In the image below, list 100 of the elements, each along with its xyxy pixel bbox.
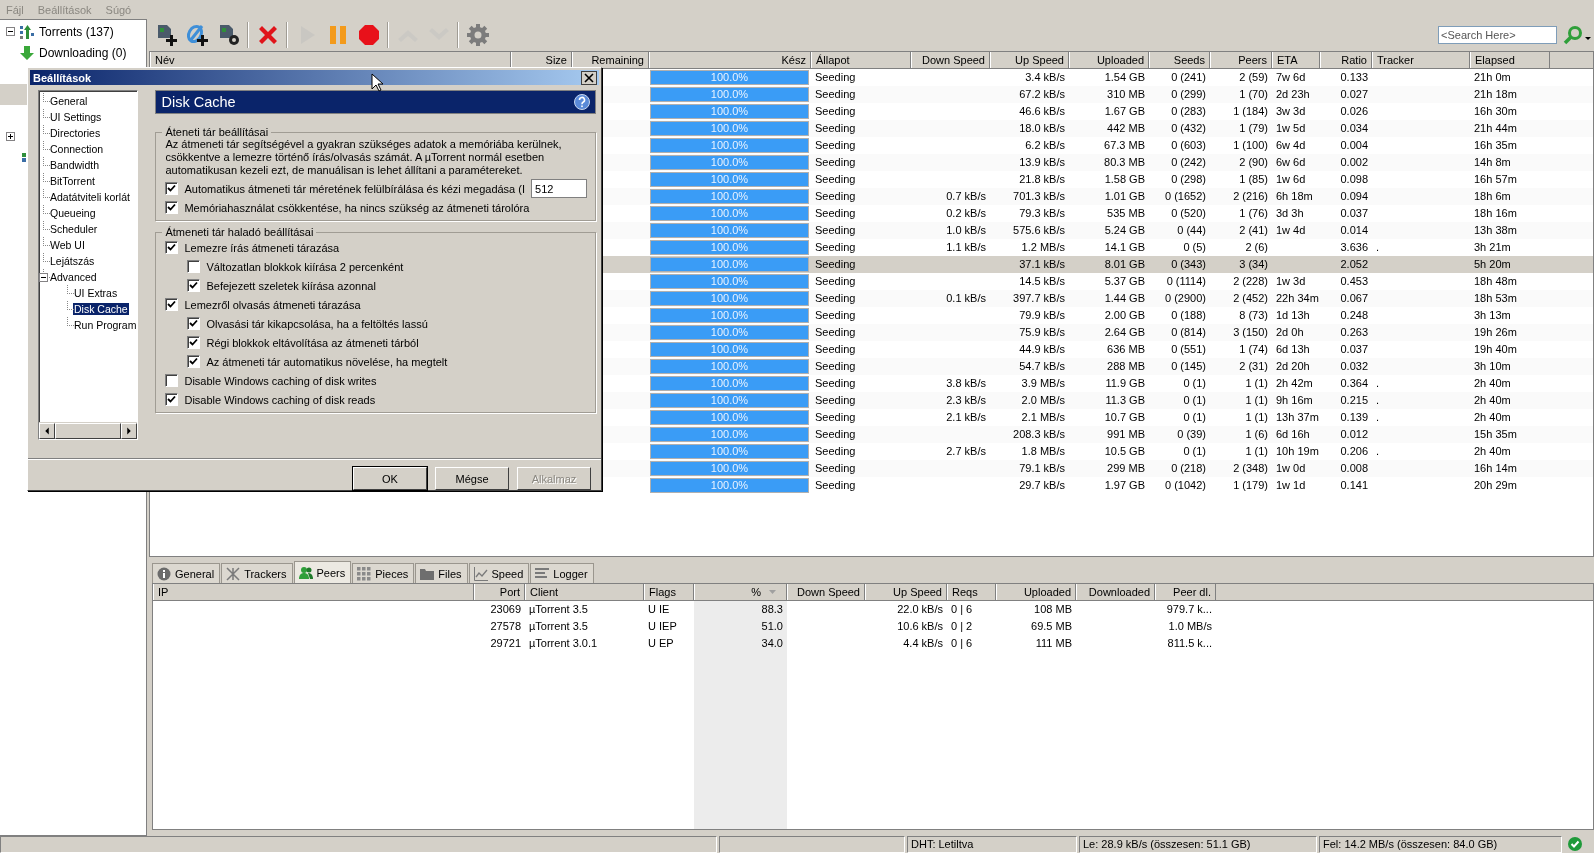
dialog-button[interactable]: Mégse — [435, 467, 509, 490]
column-header[interactable]: IP — [153, 584, 474, 600]
column-header[interactable]: Tracker — [1372, 52, 1470, 68]
column-header[interactable]: Peers — [1210, 52, 1272, 68]
column-header[interactable]: Uploaded — [1069, 52, 1149, 68]
column-header[interactable]: Up Speed — [865, 584, 947, 600]
tree-item[interactable]: Advanced — [49, 271, 98, 283]
checkbox[interactable] — [165, 393, 179, 406]
tree-item[interactable]: UI Extras — [73, 287, 119, 299]
torrent-row[interactable]: 100.0% Seeding 3.4 kB/s 1.54 GB 0 (241) 2 (59) 7w 6d 0.133 21h 0m — [150, 69, 1593, 86]
checkbox[interactable] — [165, 201, 179, 214]
checkbox[interactable] — [165, 182, 179, 195]
tree-item[interactable]: Lejátszás — [49, 255, 96, 267]
column-header[interactable]: Kész — [649, 52, 811, 68]
table-cell-text: Seeding — [814, 223, 857, 238]
checkbox[interactable] — [165, 298, 179, 311]
scrollbar-thumb[interactable] — [55, 423, 122, 439]
column-header[interactable]: Elapsed — [1470, 52, 1550, 68]
scroll-left-icon[interactable] — [39, 423, 55, 439]
table-cell-text: 0.248 — [1339, 308, 1369, 323]
column-header[interactable]: % — [694, 584, 787, 600]
checkbox[interactable] — [187, 279, 201, 292]
tree-item[interactable]: General — [49, 95, 89, 107]
scroll-right-icon[interactable] — [121, 423, 138, 439]
column-header[interactable]: Client — [525, 584, 644, 600]
table-cell-text: 18h 6m — [1473, 189, 1512, 204]
progress-label: 100.0% — [709, 343, 750, 356]
table-cell-text: Seeding — [814, 291, 857, 306]
check-icon — [1568, 837, 1582, 851]
progress-label: 100.0% — [709, 156, 750, 169]
table-cell-text: 16h 35m — [1473, 138, 1518, 153]
tree-item[interactable]: BitTorrent — [49, 175, 96, 187]
checkbox[interactable] — [187, 336, 201, 349]
horizontal-scrollbar[interactable] — [39, 422, 138, 439]
column-header[interactable]: ETA — [1272, 52, 1320, 68]
help-icon[interactable] — [574, 94, 590, 110]
collapse-icon[interactable] — [39, 273, 48, 282]
collapse-icon[interactable] — [6, 27, 15, 36]
column-header[interactable]: Peer dl. — [1155, 584, 1216, 600]
tree-item[interactable]: Queueing — [49, 207, 97, 219]
sidebar-item[interactable]: Torrents (137) — [39, 24, 114, 39]
table-cell-text: 22.0 kB/s — [896, 602, 944, 617]
column-header[interactable]: Down Speed — [787, 584, 865, 600]
column-header[interactable]: Downloaded — [1076, 584, 1155, 600]
column-header[interactable]: Ratio — [1320, 52, 1372, 68]
checkbox[interactable] — [165, 241, 179, 254]
tab[interactable]: Logger — [530, 563, 594, 583]
tab[interactable]: Trackers — [221, 563, 293, 583]
table-cell-text: 1.8 MB/s — [1020, 444, 1066, 459]
table-cell-text: 2h 40m — [1473, 444, 1512, 459]
torrent-row[interactable]: 100.0% Seeding 2.1 kB/s 2.1 MB/s 10.7 GB 0 (1) 1 (1) 13h 37m 0.139 . 2h 40m — [150, 409, 1593, 426]
tab[interactable]: Files — [415, 563, 468, 583]
stop-icon[interactable] — [356, 23, 381, 47]
close-icon[interactable] — [581, 70, 597, 85]
tree-item[interactable]: Bandwidth — [49, 159, 101, 171]
torrent-row[interactable]: 100.0% Seeding 2.7 kB/s 1.8 MB/s 10.5 GB 0 (1) 1 (1) 10h 19m 0.206 . 2h 40m — [150, 443, 1593, 460]
checkbox[interactable] — [187, 355, 201, 368]
table-cell-text: 18.0 kB/s — [1018, 121, 1066, 136]
column-header[interactable]: Seeds — [1149, 52, 1210, 68]
checkbox[interactable] — [187, 317, 201, 330]
tree-item[interactable]: Connection — [49, 143, 105, 155]
column-header[interactable]: Flags — [644, 584, 694, 600]
table-cell-text: 1.0 MB/s — [1167, 619, 1213, 634]
tree-item[interactable]: Scheduler — [49, 223, 99, 235]
column-header[interactable]: Állapot — [811, 52, 911, 68]
column-header[interactable]: Reqs — [947, 584, 996, 600]
option-label: Disable Windows caching of disk reads — [184, 393, 376, 406]
sort-descending-icon — [769, 590, 776, 594]
dialog-button[interactable]: OK — [353, 467, 427, 490]
input-field[interactable]: 512 — [531, 179, 587, 198]
tab[interactable]: Pieces — [352, 563, 415, 583]
table-cell-text: 1.1 kB/s — [945, 240, 987, 255]
column-header[interactable]: Port — [474, 584, 525, 600]
tree-item[interactable]: Directories — [49, 127, 102, 139]
checkbox[interactable] — [165, 374, 179, 387]
column-header[interactable]: Uploaded — [996, 584, 1076, 600]
table-cell-text: 0 (551) — [1170, 342, 1207, 357]
table-cell-text: 5.37 GB — [1103, 274, 1146, 289]
tree-item[interactable]: Run Program — [73, 319, 138, 331]
table-cell-text: 1.01 GB — [1103, 189, 1146, 204]
add-link-icon[interactable] — [185, 23, 210, 47]
column-header[interactable]: Up Speed — [990, 52, 1069, 68]
tab[interactable]: Speed — [468, 563, 530, 583]
sidebar-item[interactable]: Downloading (0) — [39, 45, 127, 60]
table-cell-text: 0.037 — [1339, 342, 1369, 357]
tree-item[interactable]: UI Settings — [49, 111, 103, 123]
tree-item[interactable]: Disk Cache — [73, 303, 129, 315]
checkbox[interactable] — [187, 260, 201, 273]
table-cell-text: 0.7 kB/s — [945, 189, 987, 204]
settings-icon[interactable] — [465, 23, 490, 47]
table-cell-text: 1 (76) — [1238, 206, 1269, 221]
expand-icon[interactable] — [6, 132, 15, 141]
column-header[interactable]: Down Speed — [911, 52, 990, 68]
table-cell-text: U IEP — [647, 619, 678, 634]
search-field[interactable]: <Search Here> — [1438, 26, 1557, 44]
tab[interactable]: General — [152, 563, 221, 583]
caret-icon[interactable] — [1585, 37, 1591, 41]
tab[interactable]: Peers — [293, 561, 352, 583]
tree-item[interactable]: Web UI — [49, 239, 86, 251]
tree-item[interactable]: Adatátviteli korlát — [49, 191, 131, 203]
